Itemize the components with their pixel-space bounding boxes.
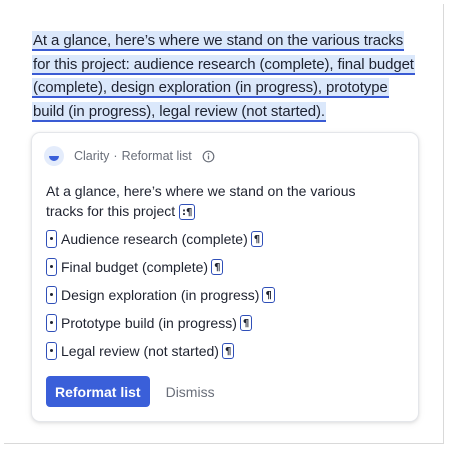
- list-item-label: Audience research (complete): [61, 230, 248, 247]
- reformatted-intro: At a glance, here’s where we stand on th…: [46, 181, 386, 221]
- list-item: Design exploration (in progress) ¶: [46, 284, 275, 305]
- bullet-mark: [46, 257, 57, 276]
- list-item-label: Final budget (complete): [61, 258, 209, 275]
- info-icon[interactable]: [202, 150, 215, 163]
- pilcrow-mark: ¶: [239, 314, 253, 331]
- bullet-mark: [46, 285, 57, 304]
- app-name: Clarity: [74, 149, 110, 163]
- bullet-mark: [46, 341, 57, 360]
- reformatted-list: Audience research (complete) ¶ Final bud…: [46, 228, 275, 368]
- card-actions: Reformat list Dismiss: [46, 376, 221, 407]
- reformat-suggestion-card: Clarity · Reformat list At a glance, her…: [31, 132, 419, 422]
- list-item-label: Legal review (not started): [61, 342, 219, 359]
- selection-highlight: At a glance, here’s where we stand on th…: [32, 31, 415, 122]
- selected-paragraph[interactable]: At a glance, here’s where we stand on th…: [32, 29, 416, 123]
- clarity-logo-icon: [44, 146, 64, 166]
- list-item: Prototype build (in progress) ¶: [46, 312, 275, 333]
- bullet-mark: [46, 313, 57, 332]
- intro-text: At a glance, here’s where we stand on th…: [46, 183, 356, 219]
- list-item-label: Prototype build (in progress): [61, 314, 237, 331]
- list-item: Legal review (not started) ¶: [46, 340, 275, 361]
- list-item-label: Design exploration (in progress): [61, 286, 260, 303]
- colon-pilcrow-mark: :¶: [179, 204, 196, 221]
- pilcrow-mark: ¶: [221, 342, 235, 359]
- action-title: Reformat list: [121, 149, 192, 163]
- reformat-list-button[interactable]: Reformat list: [46, 376, 150, 407]
- list-item: Final budget (complete) ¶: [46, 256, 275, 277]
- dismiss-button[interactable]: Dismiss: [160, 380, 221, 404]
- list-item: Audience research (complete) ¶: [46, 228, 275, 249]
- header-separator: ·: [113, 149, 118, 163]
- card-header: Clarity · Reformat list: [44, 145, 215, 167]
- bullet-mark: [46, 229, 57, 248]
- pilcrow-mark: ¶: [262, 286, 275, 303]
- pilcrow-mark: ¶: [250, 230, 264, 247]
- pilcrow-mark: ¶: [211, 258, 224, 275]
